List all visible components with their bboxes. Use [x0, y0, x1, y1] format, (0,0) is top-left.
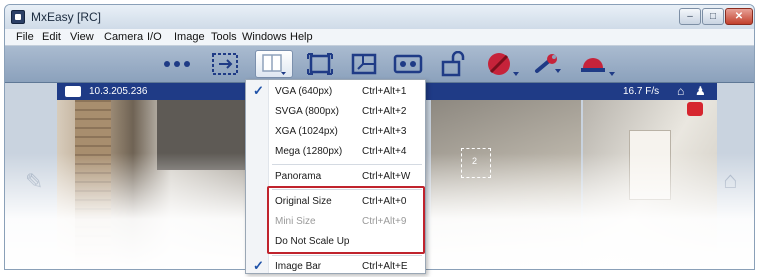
check-icon: ✓ [253, 83, 264, 98]
menu-item-label: Image Bar [275, 261, 322, 272]
camera-pane-center[interactable]: 2 [431, 100, 581, 269]
fit-frame-icon[interactable] [303, 50, 337, 78]
menu-item-mega[interactable]: Mega (1280px) Ctrl+Alt+4 [246, 142, 425, 162]
home-icon[interactable]: ⌂ [723, 167, 738, 195]
check-icon: ✓ [253, 258, 264, 273]
cassette-icon[interactable] [391, 50, 425, 78]
close-button[interactable]: ✕ [725, 8, 753, 25]
resize-icon[interactable] [347, 50, 381, 78]
home-arrow-icon[interactable]: ⌂ [677, 84, 684, 98]
menu-item-vga[interactable]: ✓ VGA (640px) Ctrl+Alt+1 [246, 82, 425, 102]
menu-item-xga[interactable]: XGA (1024px) Ctrl+Alt+3 [246, 122, 425, 142]
menu-item-label: SVGA (800px) [275, 106, 339, 117]
minimize-button[interactable]: – [679, 8, 701, 25]
unlock-icon[interactable] [437, 50, 471, 78]
no-alarm-icon[interactable] [483, 50, 523, 78]
menu-separator [272, 164, 422, 165]
tile-number: 2 [472, 156, 478, 166]
camera-pane-left[interactable] [57, 100, 247, 269]
maximize-button[interactable]: □ [702, 8, 724, 25]
frame-rate: 16.7 F/s [623, 86, 660, 97]
highlight-box [267, 186, 425, 254]
toolbar [5, 46, 754, 83]
menu-item-image-bar[interactable]: ✓ Image Bar Ctrl+Alt+E [246, 257, 425, 277]
menu-item-svga[interactable]: SVGA (800px) Ctrl+Alt+2 [246, 102, 425, 122]
doorway [629, 130, 671, 200]
menu-tools[interactable]: Tools [211, 31, 237, 43]
grid-arrows-icon[interactable] [209, 50, 241, 78]
camera-pane-right[interactable] [583, 100, 717, 269]
dark-doorway [157, 100, 247, 170]
user-check-icon[interactable]: ♟ [695, 84, 706, 98]
menu-bar: File Edit View Camera I/O Image Tools Wi… [5, 29, 754, 46]
camera-ip: 10.3.205.236 [89, 86, 148, 97]
menu-windows[interactable]: Windows [242, 31, 287, 43]
window-title: MxEasy [RC] [31, 10, 102, 24]
menu-item-shortcut: Ctrl+Alt+2 [362, 106, 407, 117]
wrench-icon[interactable] [531, 50, 565, 78]
menu-view[interactable]: View [70, 31, 94, 43]
menu-separator [272, 255, 422, 256]
record-camera-icon[interactable] [687, 102, 703, 116]
menu-item-shortcut: Ctrl+Alt+4 [362, 146, 407, 157]
title-bar[interactable]: MxEasy [RC] – □ ✕ [5, 5, 754, 29]
menu-item-shortcut: Ctrl+Alt+3 [362, 126, 407, 137]
siren-icon[interactable] [575, 50, 619, 78]
menu-file[interactable]: File [16, 31, 34, 43]
layout-icon[interactable] [255, 50, 293, 78]
camera-icon [65, 86, 81, 97]
microphone-icon[interactable]: ✎ [25, 169, 43, 195]
menu-item-panorama[interactable]: Panorama Ctrl+Alt+W [246, 167, 425, 187]
menu-item-label: XGA (1024px) [275, 126, 338, 137]
menu-item-label: VGA (640px) [275, 86, 333, 97]
menu-io[interactable]: I/O [147, 31, 162, 43]
menu-camera[interactable]: Camera [104, 31, 143, 43]
menu-item-label: Mega (1280px) [275, 146, 343, 157]
menu-edit[interactable]: Edit [42, 31, 61, 43]
menu-item-label: Panorama [275, 171, 322, 182]
menu-image[interactable]: Image [174, 31, 205, 43]
more-dots-icon[interactable] [161, 50, 195, 78]
menu-item-shortcut: Ctrl+Alt+W [362, 171, 411, 182]
menu-item-shortcut: Ctrl+Alt+1 [362, 86, 407, 97]
menu-help[interactable]: Help [290, 31, 313, 43]
brick-pillar [75, 100, 111, 269]
menu-item-shortcut: Ctrl+Alt+E [362, 261, 408, 272]
app-logo-icon [11, 10, 25, 24]
